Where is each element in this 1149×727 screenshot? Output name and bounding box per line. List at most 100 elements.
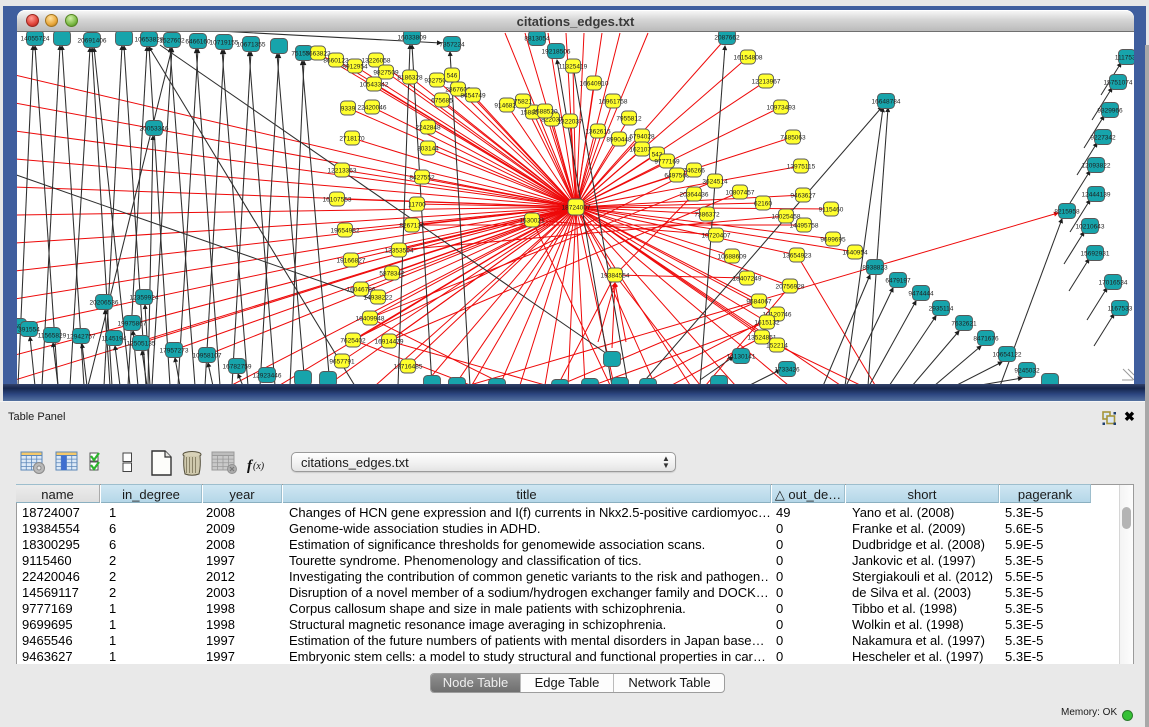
svg-text:1117534: 1117534 [1115,55,1134,62]
svg-text:10671355: 10671355 [237,42,266,49]
svg-text:14055724: 14055724 [21,36,50,43]
svg-text:20691406: 20691406 [78,38,107,45]
svg-text:12942757: 12942757 [67,334,96,341]
svg-text:8990448: 8990448 [606,137,632,144]
svg-text:19218506: 19218506 [542,49,571,56]
svg-text:2718170: 2718170 [339,136,365,143]
svg-text:9684067: 9684067 [746,299,772,306]
svg-text:1322037: 1322037 [557,119,583,126]
svg-text:9699695: 9699695 [820,237,846,244]
svg-text:7357224: 7357224 [439,42,465,49]
svg-text:12093822: 12093822 [1082,163,1111,170]
svg-text:17957273: 17957273 [160,348,189,355]
svg-text:11325419: 11325419 [559,64,588,71]
svg-text:8938823: 8938823 [862,265,888,272]
svg-text:675685: 675685 [431,98,453,105]
svg-text:1640954: 1640954 [842,250,868,257]
svg-text:1733426: 1733426 [774,367,800,374]
svg-text:546: 546 [447,73,458,80]
svg-text:7663822: 7663822 [305,51,331,58]
svg-text:8427552: 8427552 [409,175,435,182]
svg-text:3624514: 3624514 [702,179,728,186]
svg-text:6479197: 6479197 [885,278,911,285]
svg-text:20364436: 20364436 [680,192,709,199]
svg-text:9115460: 9115460 [819,207,844,214]
svg-text:10543342: 10543342 [360,82,389,89]
svg-text:10025458: 10025458 [772,214,801,221]
svg-text:1530021: 1530021 [519,218,545,225]
svg-text:1615132: 1615132 [754,320,780,327]
svg-text:15751074: 15751074 [1104,80,1133,87]
svg-text:8186328: 8186328 [397,75,423,82]
svg-text:9227342: 9227342 [1090,135,1116,142]
svg-text:16409948: 16409948 [356,316,385,323]
svg-text:17016534: 17016534 [1099,280,1128,287]
svg-text:9463627: 9463627 [790,193,816,200]
svg-text:8813054: 8813054 [524,36,550,43]
svg-text:8215958: 8215958 [1054,209,1080,216]
svg-text:12505135: 12505135 [127,341,156,348]
svg-text:2242848: 2242848 [415,125,441,132]
svg-text:10654122: 10654122 [993,352,1022,359]
svg-text:1588520: 1588520 [532,109,558,116]
svg-text:75821: 75821 [514,99,532,106]
svg-text:2935114: 2935114 [929,306,954,313]
svg-text:19166827: 19166827 [337,258,366,265]
svg-text:10688609: 10688609 [718,254,747,261]
svg-text:9657791: 9657791 [329,359,355,366]
svg-text:9245032: 9245032 [1014,368,1040,375]
svg-text:11700: 11700 [408,202,426,209]
svg-text:14938222: 14938222 [364,295,393,302]
svg-text:16107553: 16107553 [323,197,352,204]
svg-text:(x): (x) [253,461,265,472]
svg-text:20053346: 20053346 [140,126,169,133]
svg-text:16782759: 16782759 [223,364,252,371]
svg-text:2087662: 2087662 [714,35,740,42]
svg-text:20756928: 20756928 [776,284,805,291]
svg-text:7625402: 7625402 [340,338,366,345]
svg-text:12213967: 12213967 [752,79,781,86]
svg-text:10719155: 10719155 [210,40,239,47]
svg-text:9827509: 9827509 [373,70,399,77]
svg-text:8912954: 8912954 [342,64,368,71]
svg-text:16154808: 16154808 [734,55,763,62]
svg-text:15692931: 15692931 [1081,251,1110,258]
svg-text:803144: 803144 [417,146,439,153]
svg-text:18407249: 18407249 [733,276,762,283]
svg-text:6794028: 6794028 [629,134,655,141]
svg-text:12444139: 12444139 [1082,192,1111,199]
svg-text:12353594: 12353594 [385,248,414,255]
svg-text:12213363: 12213363 [328,168,357,175]
svg-text:18724007: 18724007 [562,205,591,212]
svg-text:62160: 62160 [754,201,772,208]
svg-text:7485063: 7485063 [780,135,806,142]
svg-text:10807457: 10807457 [726,190,755,197]
svg-text:8267130: 8267130 [399,223,425,230]
svg-text:12359924: 12359924 [130,295,159,302]
svg-text:12923446: 12923446 [253,373,282,380]
svg-text:7955812: 7955812 [616,116,642,123]
svg-text:11565829: 11565829 [38,333,67,340]
svg-text:7632621: 7632621 [951,321,977,328]
svg-text:16033809: 16033809 [398,35,427,42]
svg-text:19384554: 19384554 [601,273,630,280]
svg-text:16914479: 16914479 [375,339,404,346]
svg-text:1362615: 1362615 [585,129,611,136]
svg-text:19975867: 19975867 [118,321,147,328]
svg-text:13716485: 13716485 [394,364,423,371]
svg-text:19654982: 19654982 [331,228,360,235]
svg-text:1167533: 1167533 [1108,306,1133,313]
svg-text:14130141: 14130141 [727,354,756,361]
svg-text:152214: 152214 [766,343,788,350]
svg-text:10973493: 10973493 [767,105,796,112]
svg-text:8471676: 8471676 [973,336,999,343]
svg-text:7386372: 7386372 [694,212,720,219]
svg-text:14495758: 14495758 [790,223,819,230]
svg-text:746266: 746266 [683,168,705,175]
svg-text:1527602: 1527602 [159,38,185,45]
svg-text:9777169: 9777169 [654,159,680,166]
svg-text:10210643: 10210643 [1076,224,1105,231]
svg-text:13226058: 13226058 [362,58,391,65]
svg-text:16648784: 16648784 [872,99,901,106]
svg-text:6466160: 6466160 [185,39,211,46]
